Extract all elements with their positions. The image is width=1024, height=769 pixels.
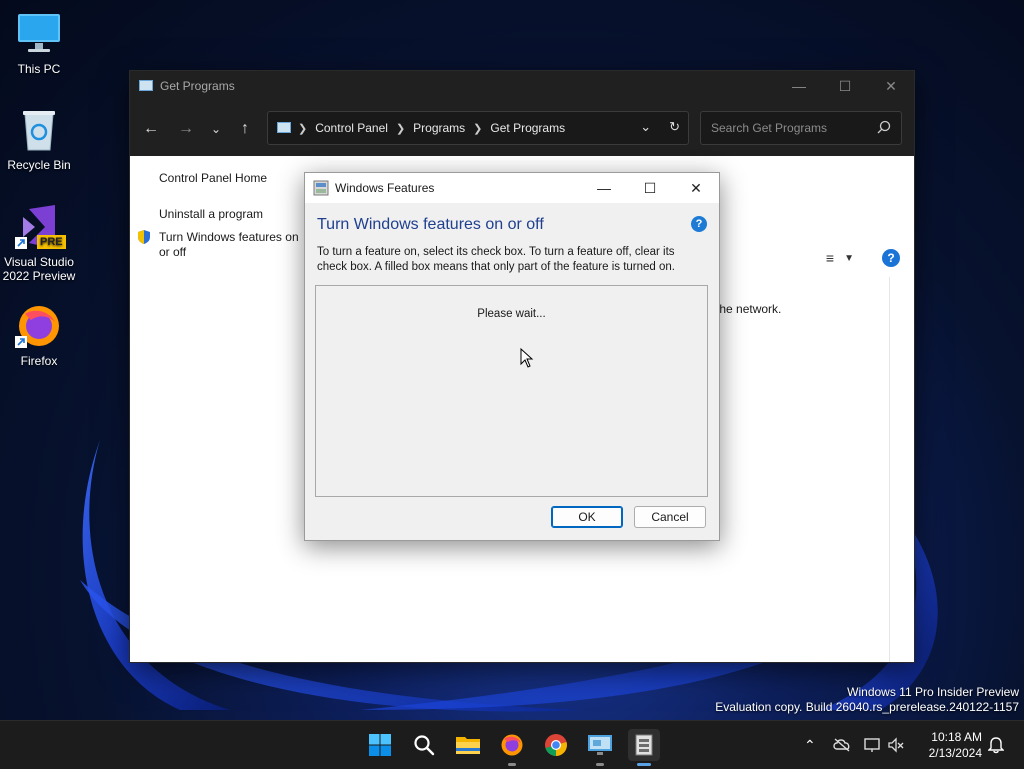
mouse-cursor-icon bbox=[520, 348, 534, 368]
address-bar[interactable]: ❯ Control Panel ❯ Programs ❯ Get Program… bbox=[267, 111, 689, 145]
dialog-title: Windows Features bbox=[335, 181, 435, 195]
desktop-icon-this-pc[interactable]: This PC bbox=[1, 10, 77, 76]
chrome-icon[interactable] bbox=[540, 729, 572, 761]
search-input[interactable] bbox=[709, 120, 873, 136]
windows-features-link[interactable]: Turn Windows features on or off bbox=[159, 230, 305, 260]
desktop-icon-firefox[interactable]: Firefox bbox=[1, 302, 77, 368]
close-button[interactable]: ✕ bbox=[673, 173, 719, 203]
breadcrumb-get-programs[interactable]: Get Programs bbox=[490, 121, 565, 135]
uninstall-program-link[interactable]: Uninstall a program bbox=[159, 207, 263, 221]
watermark-line-2: Evaluation copy. Build 26040.rs_prerelea… bbox=[715, 700, 1019, 714]
running-indicator bbox=[508, 763, 516, 766]
view-dropdown-chevron-icon[interactable]: ▼ bbox=[844, 253, 854, 264]
close-button[interactable]: ✕ bbox=[868, 71, 914, 101]
active-indicator bbox=[637, 763, 651, 766]
shield-icon bbox=[138, 230, 150, 244]
firefox-icon[interactable] bbox=[496, 729, 528, 766]
breadcrumb-programs[interactable]: Programs bbox=[413, 121, 465, 135]
control-panel-icon bbox=[277, 122, 291, 133]
recent-locations-chevron-icon[interactable]: ⌄ bbox=[206, 119, 226, 139]
show-hidden-icons-chevron-icon[interactable]: ⌃ bbox=[804, 737, 816, 754]
breadcrumb-separator-icon: ❯ bbox=[473, 122, 483, 135]
help-icon[interactable]: ? bbox=[691, 216, 707, 232]
body-text-fragment: the network. bbox=[716, 302, 782, 316]
monitor-icon bbox=[15, 10, 63, 58]
loading-status: Please wait... bbox=[477, 308, 546, 320]
dialog-titlebar[interactable]: Windows Features — ☐ ✕ bbox=[305, 173, 719, 203]
search-icon[interactable] bbox=[877, 120, 891, 134]
refresh-icon[interactable]: ↻ bbox=[669, 119, 680, 135]
desktop-icon-visual-studio[interactable]: PRE Visual Studio 2022 Preview bbox=[1, 203, 77, 283]
onedrive-offline-icon[interactable] bbox=[832, 737, 852, 753]
forward-arrow-icon[interactable]: → bbox=[176, 119, 196, 139]
list-view-icon[interactable]: ≡ bbox=[826, 250, 834, 266]
clock-date: 2/13/2024 bbox=[928, 746, 982, 760]
navigation-bar: ← → ⌄ ↑ ❯ Control Panel ❯ Programs ❯ Get… bbox=[130, 101, 914, 156]
minimize-button[interactable]: — bbox=[776, 71, 822, 101]
cancel-button[interactable]: Cancel bbox=[634, 506, 706, 528]
file-explorer-icon[interactable] bbox=[452, 729, 484, 761]
breadcrumb-separator-icon: ❯ bbox=[395, 122, 406, 135]
control-panel-icon bbox=[139, 80, 153, 91]
taskbar: ⌃ 10:18 AM 2/13/2024 bbox=[0, 720, 1024, 769]
ok-button[interactable]: OK bbox=[551, 506, 623, 528]
address-dropdown-chevron-icon[interactable]: ⌄ bbox=[640, 119, 651, 135]
breadcrumb-control-panel[interactable]: Control Panel bbox=[315, 121, 388, 135]
windows-features-dialog: Windows Features — ☐ ✕ Turn Windows feat… bbox=[304, 172, 720, 541]
network-icon[interactable] bbox=[864, 737, 882, 753]
volume-muted-icon[interactable] bbox=[888, 737, 904, 753]
breadcrumb-separator-icon: ❯ bbox=[298, 122, 308, 135]
control-panel-home-link[interactable]: Control Panel Home bbox=[159, 171, 267, 185]
help-icon[interactable]: ? bbox=[882, 249, 900, 267]
notification-bell-icon[interactable] bbox=[988, 736, 1004, 754]
windows-features-icon[interactable] bbox=[628, 729, 660, 766]
search-box[interactable] bbox=[700, 111, 902, 145]
system-tray: ⌃ bbox=[804, 721, 904, 769]
features-tree-box[interactable]: Please wait... bbox=[315, 285, 708, 497]
back-arrow-icon[interactable]: ← bbox=[141, 119, 161, 139]
scrollbar[interactable] bbox=[889, 277, 914, 662]
control-panel-titlebar[interactable]: Get Programs — ☐ ✕ bbox=[130, 71, 914, 101]
clock-time: 10:18 AM bbox=[931, 730, 982, 744]
maximize-button[interactable]: ☐ bbox=[627, 173, 673, 203]
maximize-button[interactable]: ☐ bbox=[822, 71, 868, 101]
running-indicator bbox=[596, 763, 604, 766]
desktop-icon-label: Recycle Bin bbox=[7, 158, 71, 172]
window-title: Get Programs bbox=[160, 79, 235, 93]
start-icon[interactable] bbox=[364, 729, 396, 761]
clock[interactable]: 10:18 AM 2/13/2024 bbox=[929, 729, 982, 761]
watermark-line-1: Windows 11 Pro Insider Preview bbox=[847, 685, 1019, 699]
control-panel-icon[interactable] bbox=[584, 729, 616, 766]
windows-features-icon bbox=[313, 180, 329, 196]
minimize-button[interactable]: — bbox=[581, 173, 627, 203]
firefox-icon bbox=[15, 302, 63, 350]
search-icon[interactable] bbox=[408, 729, 440, 761]
recycle-bin-icon bbox=[15, 106, 63, 154]
visual-studio-icon: PRE bbox=[15, 203, 66, 251]
desktop-icon-label: Firefox bbox=[20, 354, 58, 368]
pre-badge: PRE bbox=[37, 235, 66, 249]
dialog-heading: Turn Windows features on or off bbox=[317, 216, 544, 233]
view-tools: ≡ ▼ ? bbox=[826, 249, 900, 267]
evaluation-watermark: Windows 11 Pro Insider Preview Evaluatio… bbox=[715, 685, 1019, 715]
up-arrow-icon[interactable]: ↑ bbox=[235, 119, 255, 139]
desktop-icon-label: Visual Studio 2022 Preview bbox=[2, 255, 76, 283]
desktop-icon-label: This PC bbox=[17, 62, 61, 76]
desktop-icon-recycle-bin[interactable]: Recycle Bin bbox=[1, 106, 77, 172]
dialog-description: To turn a feature on, select its check b… bbox=[317, 246, 675, 273]
